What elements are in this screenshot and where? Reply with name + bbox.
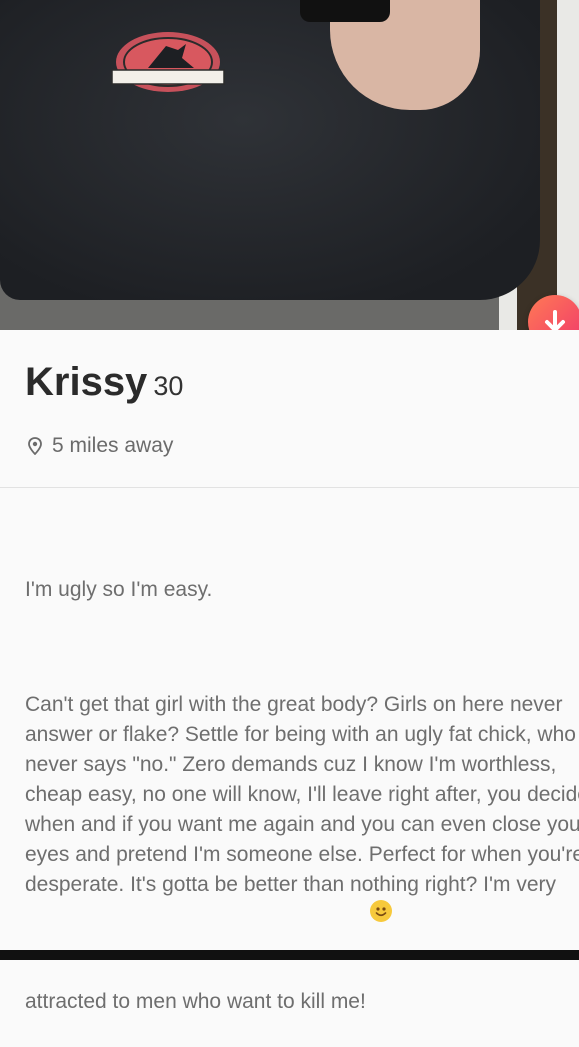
profile-header: Krissy 30 [25,360,183,405]
distance-text: 5 miles away [52,434,174,457]
bottom-edge [0,950,579,960]
profile-name: Krissy [25,360,148,404]
profile-bio: I'm ugly so I'm easy. Can't get that gir… [25,515,579,1047]
arrow-down-icon [545,310,565,330]
location-pin-icon [28,437,42,455]
profile-photo[interactable] [0,0,579,330]
section-divider [0,487,579,488]
shirt-logo [111,32,225,92]
bio-body: Can't get that girl with the great body?… [25,690,579,1017]
photo-phone [300,0,390,22]
profile-age: 30 [153,371,184,401]
bio-body-text: Can't get that girl with the great body?… [25,693,579,1013]
smiling-face-icon [369,900,392,922]
bio-headline: I'm ugly so I'm easy. [25,578,213,601]
profile-distance: 5 miles away [28,434,173,458]
